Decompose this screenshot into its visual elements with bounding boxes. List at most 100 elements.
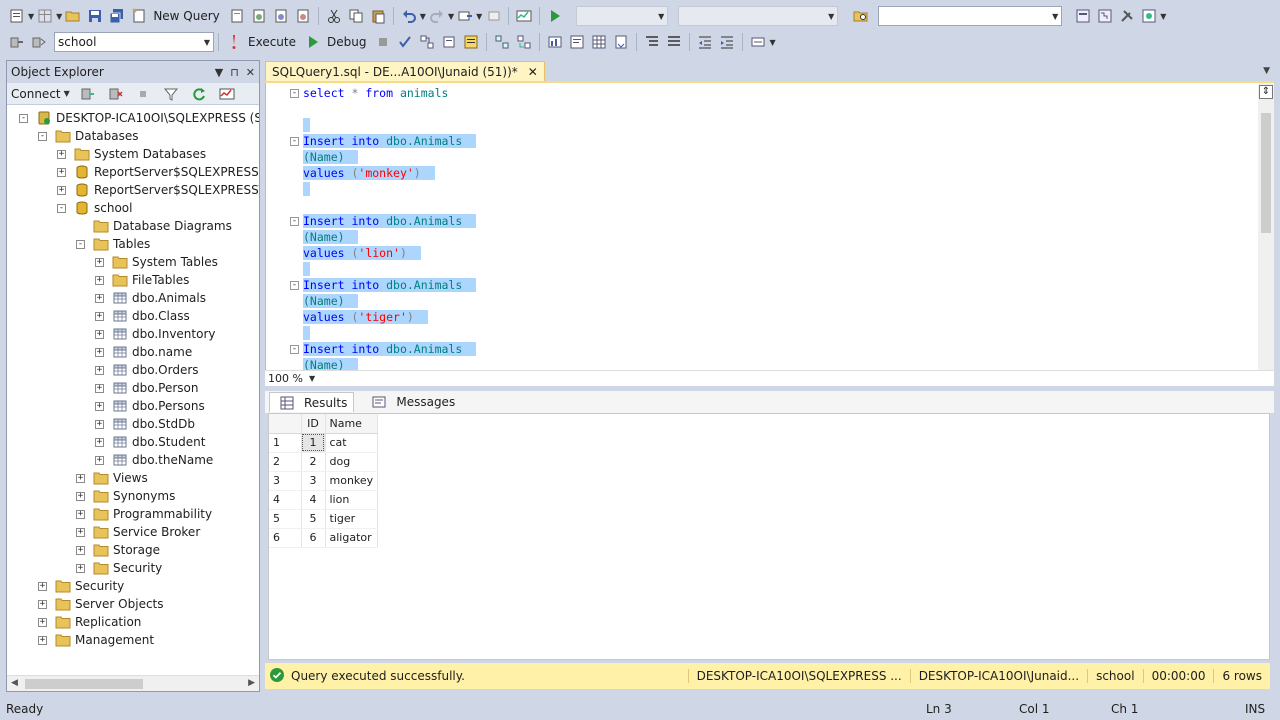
tree-node-system-databases[interactable]: + System Databases [57, 145, 206, 163]
table-row[interactable]: 3 3 monkey [269, 471, 379, 491]
collapse-icon[interactable]: - [76, 239, 85, 249]
scrollbar-thumb[interactable] [25, 679, 143, 689]
tree-node-dbo-thename[interactable]: + dbo.theName [95, 451, 213, 469]
table-row[interactable]: 4 4 lion [269, 490, 379, 510]
cut-icon[interactable] [325, 8, 343, 24]
increase-indent-icon[interactable] [718, 34, 736, 50]
tree-node-system-tables[interactable]: + System Tables [95, 253, 218, 271]
results-to-text-icon[interactable] [568, 34, 586, 50]
uncomment-lines-icon[interactable] [665, 34, 683, 50]
expand-icon[interactable]: + [95, 293, 104, 303]
expand-icon[interactable]: + [95, 383, 104, 393]
analysis-query-icon[interactable] [250, 8, 268, 24]
tree-node-views[interactable]: + Views [76, 469, 148, 487]
close-tab-icon[interactable]: ✕ [528, 65, 538, 79]
properties-window-icon[interactable] [1140, 8, 1158, 24]
cell-id[interactable]: 4 [301, 490, 326, 510]
undo-icon[interactable] [400, 8, 418, 24]
expand-icon[interactable]: + [76, 527, 85, 537]
tree-node-server-objects[interactable]: + Server Objects [38, 595, 164, 613]
tree-node-management[interactable]: + Management [38, 631, 154, 649]
query-editor[interactable]: - - - - - select * from animals Insert into … [265, 83, 1274, 372]
tree-node-filetables[interactable]: + FileTables [95, 271, 189, 289]
row-number-cell[interactable]: 4 [269, 490, 302, 510]
add-item-icon[interactable] [36, 8, 54, 24]
tree-node-dbo-stddb[interactable]: + dbo.StdDb [95, 415, 195, 433]
fold-collapse-icon[interactable]: - [290, 281, 299, 290]
window-position-icon[interactable]: ▼ [215, 66, 223, 79]
expand-icon[interactable]: + [38, 635, 47, 645]
tree-node-dbo-animals[interactable]: + dbo.Animals [95, 289, 206, 307]
cell-name[interactable]: cat [325, 433, 379, 453]
expand-icon[interactable]: + [95, 419, 104, 429]
scrollbar-thumb[interactable] [1261, 113, 1271, 233]
tree-node-dbo-class[interactable]: + dbo.Class [95, 307, 190, 325]
tree-node-tables[interactable]: - Tables [76, 235, 150, 253]
client-statistics-icon[interactable] [546, 34, 564, 50]
save-icon[interactable] [86, 8, 104, 24]
results-to-file-icon[interactable] [612, 34, 630, 50]
navigate-back-icon[interactable] [456, 8, 474, 24]
chevron-down-icon[interactable]: ▼ [56, 12, 62, 21]
table-row[interactable]: 5 5 tiger [269, 509, 379, 529]
split-window-icon[interactable]: ⇕ [1259, 85, 1273, 99]
row-number-cell[interactable]: 5 [269, 509, 302, 529]
tree-node-synonyms[interactable]: + Synonyms [76, 487, 175, 505]
cell-id[interactable]: 5 [301, 509, 326, 529]
expand-icon[interactable]: + [95, 329, 104, 339]
expand-icon[interactable]: + [95, 257, 104, 267]
row-number-cell[interactable]: 6 [269, 528, 302, 548]
cancel-query-icon[interactable] [374, 34, 392, 50]
open-folder-icon[interactable] [64, 8, 82, 24]
expand-icon[interactable]: + [95, 365, 104, 375]
results-grid[interactable]: ID Name 1 1 cat 2 2 dog 3 3 monkey 4 4 lion 5 5 tiger 6… [268, 413, 1270, 660]
tree-node-programmability[interactable]: + Programmability [76, 505, 212, 523]
table-row[interactable]: 1 1 cat [269, 433, 379, 453]
tree-node-reportserver-sqlexpress[interactable]: + ReportServer$SQLEXPRESS [57, 163, 259, 181]
chevron-down-icon[interactable]: ▼ [1160, 12, 1166, 21]
column-header-id[interactable]: ID [301, 414, 326, 434]
expand-icon[interactable]: + [95, 455, 104, 465]
filter-icon[interactable] [162, 86, 180, 102]
expand-icon[interactable]: + [38, 617, 47, 627]
fold-collapse-icon[interactable]: - [290, 217, 299, 226]
chevron-down-icon[interactable]: ▼ [420, 12, 426, 21]
tab-messages[interactable]: Messages [362, 392, 461, 412]
expand-icon[interactable]: + [95, 401, 104, 411]
scroll-left-icon[interactable]: ◀ [11, 678, 18, 688]
disconnect-icon[interactable] [106, 86, 124, 102]
cell-name[interactable]: tiger [325, 509, 379, 529]
row-number-cell[interactable]: 2 [269, 452, 302, 472]
cell-name[interactable]: monkey [325, 471, 379, 491]
horizontal-scrollbar[interactable]: ◀ ▶ [7, 675, 259, 691]
tree-node-dbo-persons[interactable]: + dbo.Persons [95, 397, 205, 415]
tree-node-reportserver-sqlexpresstemp[interactable]: + ReportServer$SQLEXPRESSTemp [57, 181, 259, 199]
execute-button[interactable]: Execute [223, 34, 302, 50]
connect-button[interactable]: Connect ▼ [11, 87, 70, 101]
expand-icon[interactable]: + [38, 599, 47, 609]
tree-node-service-broker[interactable]: + Service Broker [76, 523, 200, 541]
tools-icon[interactable] [1118, 8, 1136, 24]
expand-icon[interactable]: + [76, 563, 85, 573]
parse-icon[interactable] [396, 34, 414, 50]
row-number-cell[interactable]: 3 [269, 471, 302, 491]
chevron-down-icon[interactable]: ▼ [448, 12, 454, 21]
decrease-indent-icon[interactable] [696, 34, 714, 50]
vertical-scrollbar[interactable]: ⇕ [1258, 83, 1274, 370]
mdx-query-icon[interactable] [272, 8, 290, 24]
tree-node-security[interactable]: + Security [38, 577, 124, 595]
cell-name[interactable]: dog [325, 452, 379, 472]
expand-icon[interactable]: + [76, 509, 85, 519]
paste-icon[interactable] [369, 8, 387, 24]
registered-servers-icon[interactable] [1074, 8, 1092, 24]
tree-node-storage[interactable]: + Storage [76, 541, 160, 559]
cell-id[interactable]: 6 [301, 528, 326, 548]
find-combo-input[interactable]: ▼ [878, 6, 1063, 26]
tab-results[interactable]: Results [269, 392, 355, 412]
database-engine-query-icon[interactable] [228, 8, 246, 24]
solution-configurations-dropdown[interactable]: ▼ [576, 6, 669, 26]
cell-id[interactable]: 3 [301, 471, 326, 491]
tree-node-database-diagrams[interactable]: Database Diagrams [76, 217, 232, 235]
document-tab-sqlquery1[interactable]: SQLQuery1.sql - DE...A10OI\Junaid (51))*… [265, 61, 545, 82]
fold-collapse-icon[interactable]: - [290, 345, 299, 354]
